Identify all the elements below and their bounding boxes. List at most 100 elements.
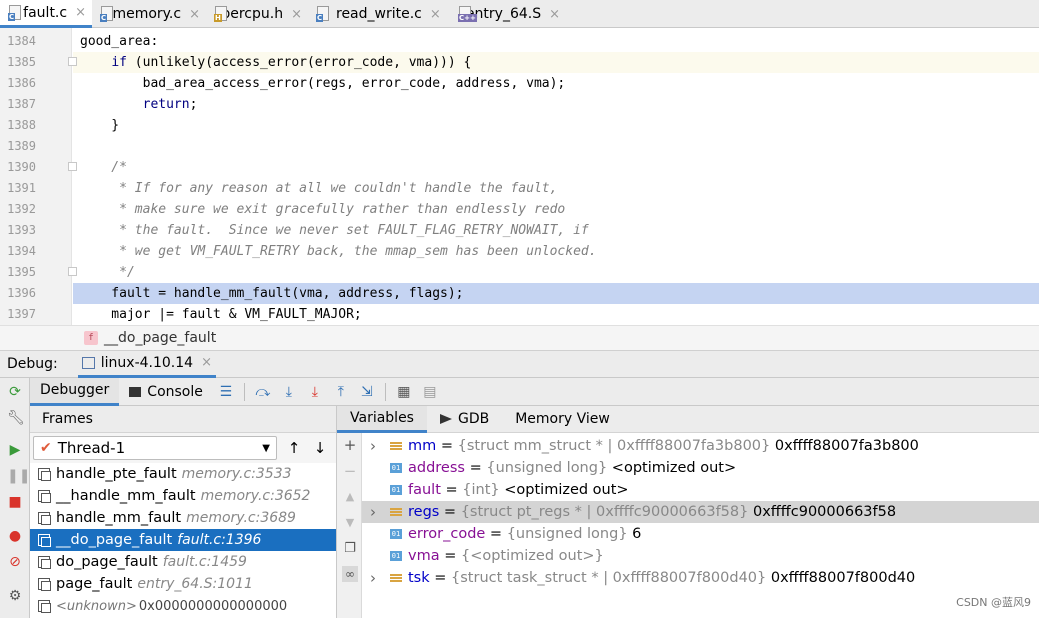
frame-down-icon[interactable]: ↓	[311, 439, 329, 457]
tab-percpu-h[interactable]: Hpercpu.h ×	[206, 0, 308, 28]
thread-name: Thread-1	[57, 439, 126, 457]
menu-icon[interactable]: ☰	[218, 384, 234, 400]
code-line[interactable]: 1395 */	[0, 262, 1039, 283]
close-icon[interactable]: ×	[291, 7, 302, 22]
code-line[interactable]: 1392 * make sure we exit gracefully rath…	[0, 199, 1039, 220]
layout-icon[interactable]: ▤	[422, 384, 438, 400]
move-down-icon[interactable]: ▼	[342, 515, 358, 531]
fold-icon[interactable]	[68, 57, 77, 66]
pause-icon[interactable]: ❚❚	[7, 468, 30, 484]
frames-panel: Frames ✔ Thread-1 ▼ ↑ ↓ handle_pte_fault…	[30, 406, 337, 618]
variable-type: {unsigned long}	[506, 526, 628, 542]
line-number: 1386	[7, 76, 36, 90]
copy-icon[interactable]: ❐	[342, 541, 358, 557]
close-icon[interactable]: ×	[201, 355, 212, 370]
evaluate-expression-icon[interactable]: ▦	[396, 384, 412, 400]
stack-frame[interactable]: <unknown> 0x0000000000000000	[30, 595, 336, 617]
variable-type: {int}	[462, 482, 500, 498]
resume-icon[interactable]: ▶︎	[7, 442, 23, 458]
code-line[interactable]: 1390 /*	[0, 157, 1039, 178]
stack-frame[interactable]: do_page_fault fault.c:1459	[30, 551, 336, 573]
variable-row[interactable]: › mm = {struct mm_struct * | 0xffff88007f…	[362, 435, 1039, 457]
variable-value: 6	[627, 526, 642, 542]
variable-type: {<optimized out>}	[460, 548, 604, 564]
settings-wrench-icon[interactable]: 🔧︎	[7, 410, 25, 426]
rerun-icon[interactable]: ⟳	[7, 384, 23, 400]
watermark-text: CSDN @蓝风9	[956, 596, 1031, 609]
stack-frame[interactable]: __do_page_fault fault.c:1396	[30, 529, 336, 551]
tab-console[interactable]: Console	[119, 378, 213, 406]
chevron-right-icon[interactable]: ›	[370, 569, 382, 587]
glasses-icon[interactable]: ∞	[342, 566, 358, 582]
fold-icon[interactable]	[68, 162, 77, 171]
code-line[interactable]: 1385 if (unlikely(access_error(error_cod…	[0, 52, 1039, 73]
variable-row[interactable]: 01 error_code = {unsigned long} 6	[362, 523, 1039, 545]
tab-debugger[interactable]: Debugger	[30, 377, 120, 406]
frame-icon	[38, 578, 51, 591]
frame-location: memory.c:3689	[186, 510, 296, 526]
code-line[interactable]: 1394 * we get VM_FAULT_RETRY back, the m…	[0, 241, 1039, 262]
code-line[interactable]: 1388 }	[0, 115, 1039, 136]
gear-icon[interactable]: ⚙︎	[7, 588, 23, 604]
thread-dropdown[interactable]: ✔ Thread-1 ▼	[33, 436, 277, 460]
tab-memory-view[interactable]: Memory View	[502, 406, 623, 433]
variable-name: vma	[408, 548, 440, 564]
stack-frame[interactable]: page_fault entry_64.S:1011	[30, 573, 336, 595]
code-editor[interactable]: 1384 good_area: 1385 if (unlikely(access_e…	[0, 28, 1039, 325]
tab-variables[interactable]: Variables	[337, 405, 427, 433]
tab-memory-label: Memory View	[515, 411, 610, 427]
gdb-icon	[439, 414, 452, 424]
chevron-right-icon[interactable]: ›	[370, 437, 382, 455]
mute-breakpoints-icon[interactable]: ⊘	[7, 554, 23, 570]
variable-row[interactable]: › tsk = {struct task_struct * | 0xffff880…	[362, 567, 1039, 589]
variable-row[interactable]: 01 vma = {<optimized out>}	[362, 545, 1039, 567]
file-type-label: C	[8, 12, 16, 21]
frame-up-icon[interactable]: ↑	[285, 439, 303, 457]
add-watch-icon[interactable]: +	[342, 437, 358, 453]
chevron-right-icon[interactable]: ›	[370, 503, 382, 521]
force-step-into-icon[interactable]: ⤓	[307, 384, 323, 400]
code-line[interactable]: 1384 good_area:	[0, 31, 1039, 52]
step-over-icon[interactable]: ⤼	[255, 384, 271, 400]
thread-selector-row: ✔ Thread-1 ▼ ↑ ↓	[30, 433, 336, 463]
step-out-icon[interactable]: ⤒	[333, 384, 349, 400]
code-line[interactable]: 1396 fault = handle_mm_fault(vma, addres…	[0, 283, 1039, 304]
code-line[interactable]: 1387 return;	[0, 94, 1039, 115]
line-number: 1387	[7, 97, 36, 111]
stack-frame[interactable]: __handle_mm_fault memory.c:3652	[30, 485, 336, 507]
variable-row[interactable]: › regs = {struct pt_regs * | 0xffffc90000…	[362, 501, 1039, 523]
stop-icon[interactable]: ■	[7, 494, 23, 510]
step-into-icon[interactable]: ⤓	[281, 384, 297, 400]
variable-name: tsk	[408, 570, 430, 586]
tab-memory-c[interactable]: Cmemory.c ×	[92, 0, 206, 28]
code-line[interactable]: 1393 * the fault. Since we never set FAU…	[0, 220, 1039, 241]
line-number: 1396	[7, 286, 36, 300]
close-icon[interactable]: ×	[549, 7, 560, 22]
move-up-icon[interactable]: ▲	[342, 489, 358, 505]
variable-row[interactable]: 01 fault = {int} <optimized out>	[362, 479, 1039, 501]
tab-gdb[interactable]: GDB	[427, 406, 502, 433]
code-text: }	[80, 118, 120, 133]
stack-frame[interactable]: handle_mm_fault memory.c:3689	[30, 507, 336, 529]
variable-row[interactable]: 01 address = {unsigned long} <optimized o…	[362, 457, 1039, 479]
code-line[interactable]: 1397 major |= fault & VM_FAULT_MAJOR;	[0, 304, 1039, 325]
code-line[interactable]: 1386 bad_area_access_error(regs, error_c…	[0, 73, 1039, 94]
tab-read-write-c[interactable]: Cread_write.c ×	[308, 0, 450, 28]
view-breakpoints-icon[interactable]: ●	[7, 528, 23, 544]
variable-type: {struct task_struct * | 0xffff88007f800d…	[451, 570, 767, 586]
stack-frame[interactable]: handle_pte_fault memory.c:3533	[30, 463, 336, 485]
variable-value: 0xffff88007fa3b800	[770, 438, 919, 454]
tab-fault-c[interactable]: Cfault.c ×	[0, 0, 92, 28]
close-icon[interactable]: ×	[189, 7, 200, 22]
function-breadcrumb[interactable]: f __do_page_fault	[0, 325, 1039, 351]
code-line[interactable]: 1391 * If for any reason at all we could…	[0, 178, 1039, 199]
code-line[interactable]: 1389	[0, 136, 1039, 157]
frame-function: handle_mm_fault	[56, 510, 182, 526]
tab-entry-64-s[interactable]: C++ entry_64.S ×	[450, 0, 566, 28]
debug-session-tab[interactable]: linux-4.10.14 ×	[77, 351, 216, 378]
remove-watch-icon[interactable]: −	[342, 463, 358, 479]
close-icon[interactable]: ×	[430, 7, 441, 22]
run-to-cursor-icon[interactable]: ⇲	[359, 384, 375, 400]
close-icon[interactable]: ×	[75, 5, 86, 20]
fold-icon[interactable]	[68, 267, 77, 276]
